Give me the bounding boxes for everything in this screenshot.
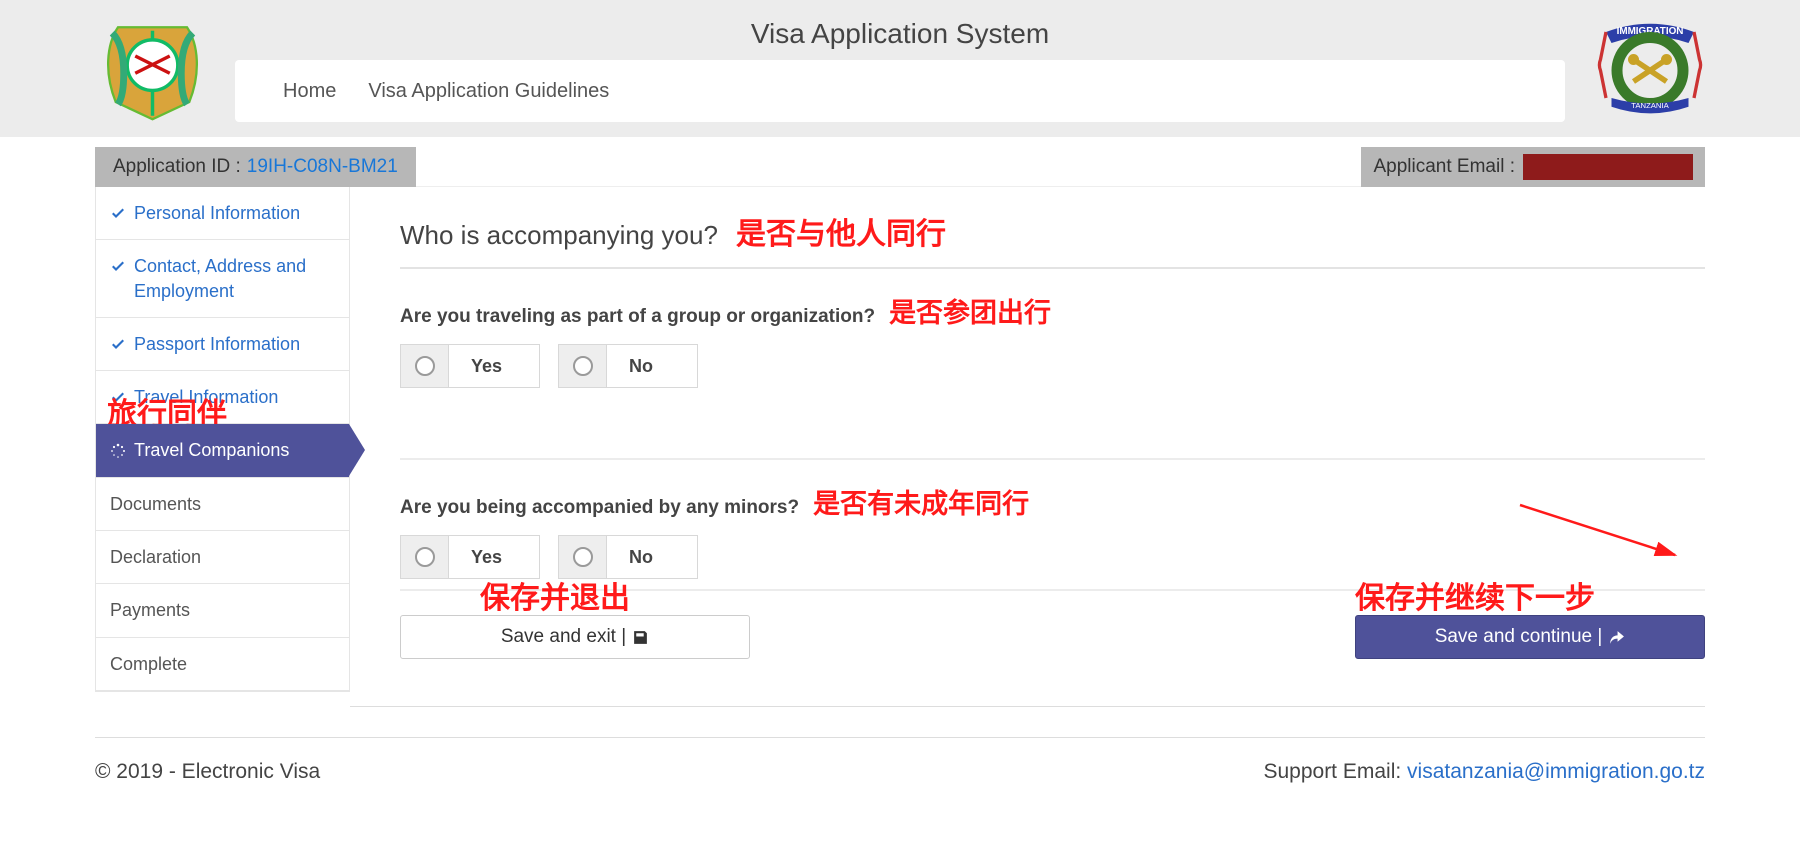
nav-home[interactable]: Home (283, 80, 336, 103)
forward-icon (1608, 629, 1625, 646)
support-email-link[interactable]: visatanzania@immigration.go.tz (1407, 760, 1705, 783)
check-icon (110, 389, 126, 405)
sidebar-item-passport-information[interactable]: Passport Information (96, 318, 349, 371)
section-heading: Who is accompanying you? (400, 220, 718, 251)
nav-guidelines[interactable]: Visa Application Guidelines (368, 80, 609, 103)
save-and-continue-button[interactable]: Save and continue | (1355, 615, 1705, 659)
sidebar-item-declaration[interactable]: Declaration (96, 531, 349, 584)
sidebar-item-payments[interactable]: Payments (96, 584, 349, 637)
sidebar-item-personal-information[interactable]: Personal Information (96, 187, 349, 240)
check-icon (110, 336, 126, 352)
page-title: Visa Application System (0, 18, 1800, 50)
loading-icon (110, 441, 126, 457)
check-icon (110, 205, 126, 221)
sidebar-item-complete[interactable]: Complete (96, 638, 349, 691)
step-sidebar: Personal Information Contact, Address an… (95, 187, 350, 692)
annotation-heading: 是否与他人同行 (736, 209, 946, 253)
save-icon (632, 629, 649, 646)
applicant-email: Applicant Email : (1361, 147, 1705, 187)
sidebar-item-travel-information[interactable]: Travel Information (96, 371, 349, 424)
question-group-travel: Are you traveling as part of a group or … (400, 306, 875, 328)
annotation-save-exit: 保存并退出 (480, 573, 630, 617)
sidebar-item-travel-companions[interactable]: Travel Companions (96, 424, 349, 477)
footer-copyright: © 2019 - Electronic Visa (95, 760, 320, 784)
radio-group-no[interactable]: No (558, 344, 698, 388)
sidebar-item-documents[interactable]: Documents (96, 478, 349, 531)
radio-group-yes[interactable]: Yes (400, 344, 540, 388)
sidebar-item-contact-address-employment[interactable]: Contact, Address and Employment (96, 240, 349, 318)
footer-support: Support Email: visatanzania@immigration.… (1263, 760, 1705, 784)
application-id: Application ID : 19IH-C08N-BM21 (95, 147, 416, 187)
top-nav: Home Visa Application Guidelines (235, 60, 1565, 122)
svg-text:TANZANIA: TANZANIA (1631, 101, 1669, 110)
check-icon (110, 258, 126, 274)
annotation-q2: 是否有未成年同行 (813, 482, 1029, 521)
question-minors: Are you being accompanied by any minors? (400, 497, 799, 519)
annotation-q1: 是否参团出行 (889, 291, 1051, 330)
redacted-email (1523, 154, 1693, 180)
save-and-exit-button[interactable]: Save and exit | (400, 615, 750, 659)
annotation-save-continue: 保存并继续下一步 (1355, 573, 1595, 617)
